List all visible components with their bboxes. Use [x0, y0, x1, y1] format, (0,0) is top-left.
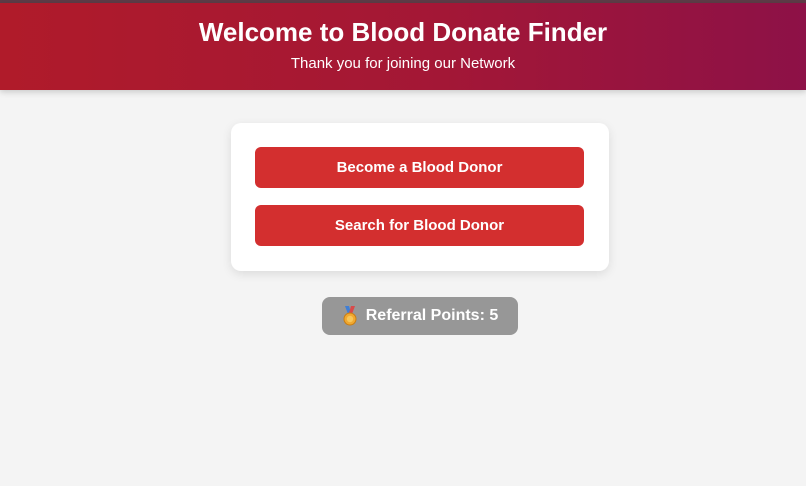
become-donor-button[interactable]: Become a Blood Donor [255, 147, 584, 188]
referral-points-label: Referral Points: 5 [365, 307, 499, 324]
search-donor-button[interactable]: Search for Blood Donor [255, 205, 584, 246]
page-header: Welcome to Blood Donate Finder Thank you… [0, 3, 806, 90]
medal-icon [343, 306, 357, 326]
page-subtitle: Thank you for joining our Network [290, 55, 516, 72]
actions-card: Become a Blood Donor Search for Blood Do… [231, 123, 609, 271]
page-title: Welcome to Blood Donate Finder [198, 17, 608, 47]
referral-points-badge: Referral Points: 5 [322, 297, 518, 335]
